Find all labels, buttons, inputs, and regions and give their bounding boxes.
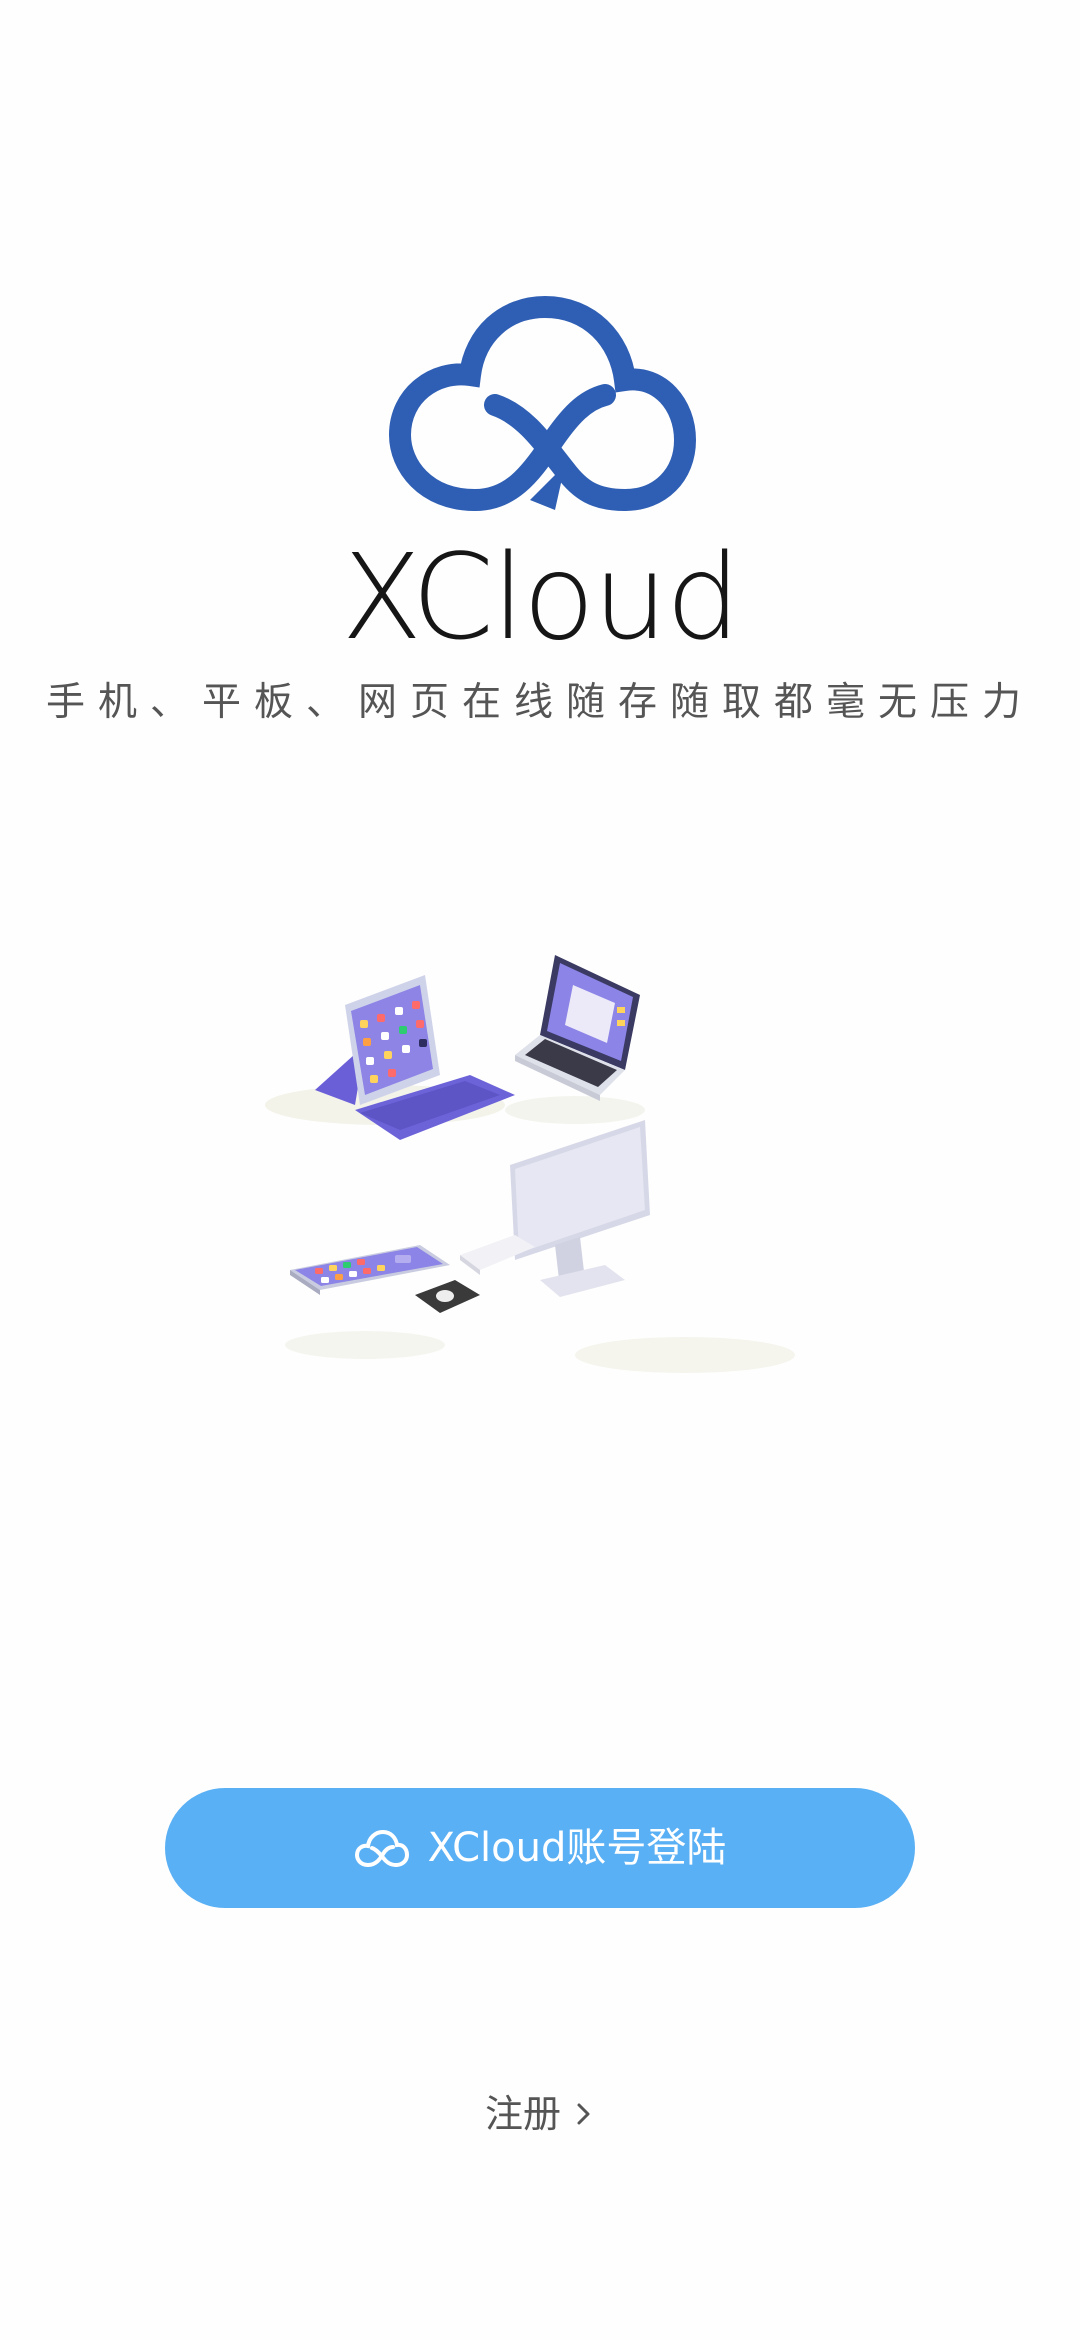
- laptop-device: [515, 955, 640, 1101]
- login-screen: XCloud 手机、平板、网页在线随存随取都毫无压力 XCloud账号登陆 注册: [0, 0, 1080, 2340]
- cloud-icon: [354, 1829, 409, 1867]
- login-button[interactable]: XCloud账号登陆: [165, 1788, 915, 1908]
- login-button-label: XCloud账号登陆: [427, 1825, 727, 1871]
- brand-name: XCloud: [341, 528, 740, 666]
- register-link[interactable]: 注册: [0, 2095, 1080, 2133]
- chevron-right-icon: [577, 2103, 590, 2125]
- cloud-x-logo-icon: [388, 295, 697, 511]
- desktop-device: [415, 1120, 650, 1313]
- phone-device: [290, 1245, 450, 1295]
- tagline: 手机、平板、网页在线随存随取都毫无压力: [45, 680, 1034, 725]
- devices-illustration: [265, 955, 795, 1373]
- register-label: 注册: [484, 2092, 561, 2136]
